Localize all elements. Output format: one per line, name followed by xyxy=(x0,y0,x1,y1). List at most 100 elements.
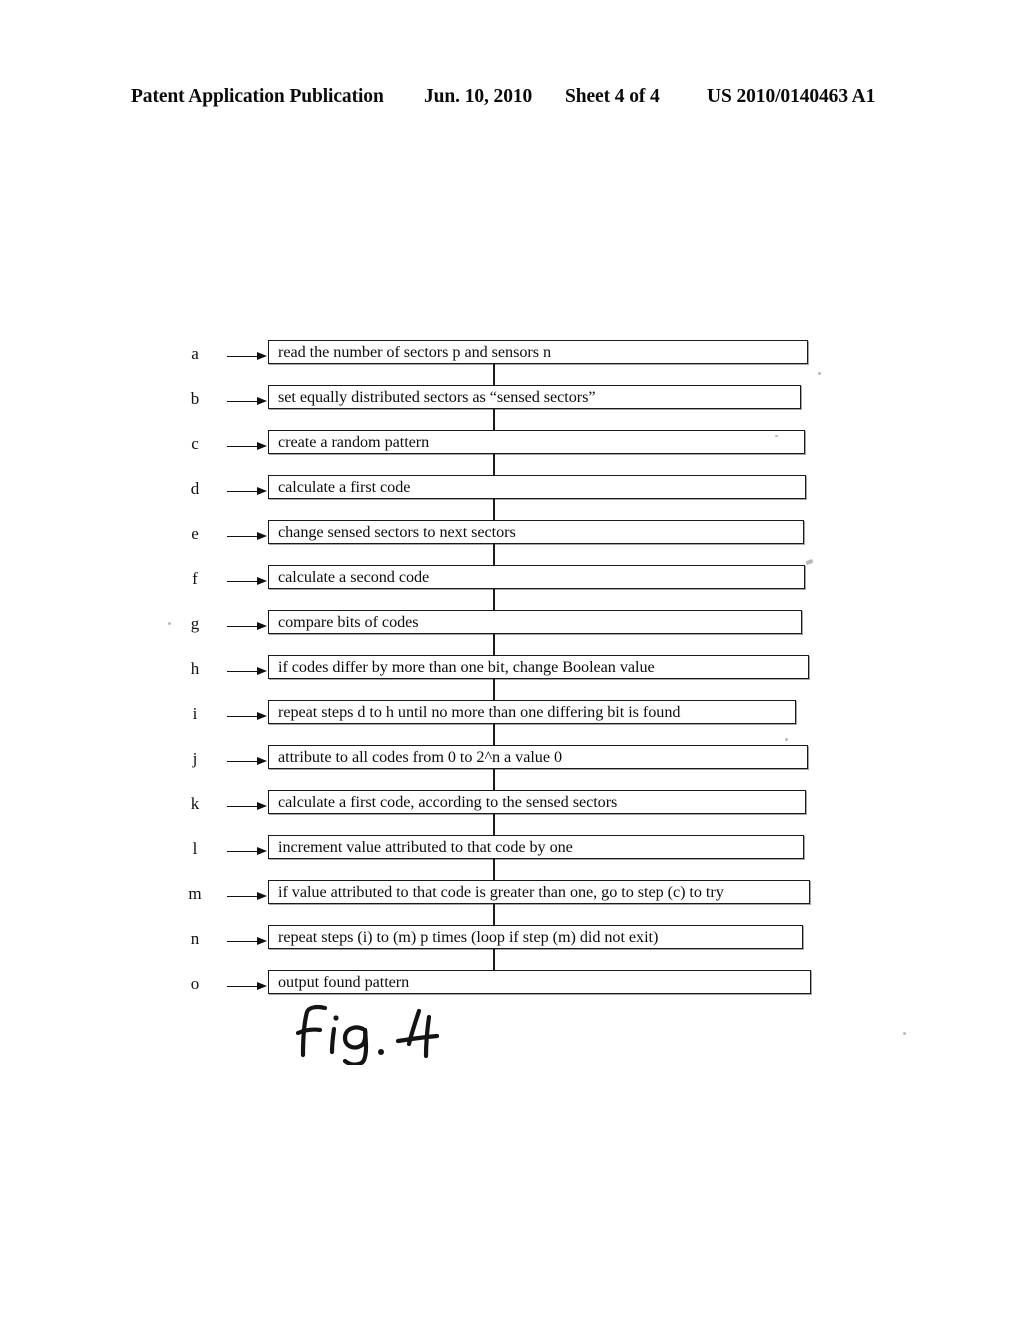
figure-caption-handwriting-icon xyxy=(295,1004,440,1065)
arrow-head xyxy=(257,847,267,855)
flowchart-connector-line xyxy=(493,589,495,610)
arrow-head xyxy=(257,397,267,405)
figure-caption xyxy=(293,1003,553,1065)
arrow-right-icon xyxy=(227,397,269,406)
flowchart-step-text: calculate a first code, according to the… xyxy=(278,793,618,811)
arrow-shaft xyxy=(227,355,260,358)
arrow-head xyxy=(257,577,267,585)
arrow-head xyxy=(257,802,267,810)
flowchart-step-box: increment value attributed to that code … xyxy=(268,835,804,859)
flowchart-row: b set equally distributed sectors as “sen… xyxy=(0,385,1024,430)
flowchart-row: m if value attributed to that code is gre… xyxy=(0,880,1024,925)
arrow-shaft xyxy=(227,895,260,898)
scan-speckle xyxy=(168,622,171,625)
arrow-head xyxy=(257,757,267,765)
flowchart-step-text: increment value attributed to that code … xyxy=(278,838,573,856)
flowchart-step-box: calculate a second code xyxy=(268,565,805,589)
arrow-shaft xyxy=(227,760,260,763)
arrow-shaft xyxy=(227,535,260,538)
flowchart-step-text: output found pattern xyxy=(278,973,410,991)
arrow-right-icon xyxy=(227,577,269,586)
flowchart-step-box: create a random pattern xyxy=(268,430,805,454)
flowchart-row: a read the number of sectors p and sensor… xyxy=(0,340,1024,385)
step-letter-label: e xyxy=(191,524,199,543)
flowchart-step-box: if codes differ by more than one bit, ch… xyxy=(268,655,809,679)
flowchart-step-text: if value attributed to that code is grea… xyxy=(278,883,724,901)
step-letter-label: k xyxy=(190,794,200,813)
arrow-right-icon xyxy=(227,757,269,766)
arrow-head xyxy=(257,442,267,450)
arrow-shaft xyxy=(227,850,260,853)
scan-speckle xyxy=(818,372,821,375)
step-letter-label: c xyxy=(191,434,199,453)
flowchart-step-text: set equally distributed sectors as “sens… xyxy=(278,388,596,406)
flowchart-step-box: attribute to all codes from 0 to 2^n a v… xyxy=(268,745,808,769)
flowchart-row: j attribute to all codes from 0 to 2^n a … xyxy=(0,745,1024,790)
flowchart-diagram: a read the number of sectors p and sensor… xyxy=(0,0,1024,1320)
flowchart-row: f calculate a second code xyxy=(0,565,1024,610)
step-letter-label: i xyxy=(192,704,198,723)
scan-speckle xyxy=(785,738,788,741)
flowchart-connector-line xyxy=(493,949,495,970)
arrow-head xyxy=(257,487,267,495)
arrow-right-icon xyxy=(227,622,269,631)
arrow-shaft xyxy=(227,445,260,448)
flowchart-row: n repeat steps (i) to (m) p times (loop i… xyxy=(0,925,1024,970)
arrow-right-icon xyxy=(227,667,269,676)
arrow-head xyxy=(257,532,267,540)
flowchart-step-text: attribute to all codes from 0 to 2^n a v… xyxy=(278,748,563,766)
arrow-shaft xyxy=(227,400,260,403)
flowchart-connector-line xyxy=(493,904,495,925)
flowchart-connector-line xyxy=(493,814,495,835)
flowchart-step-box: read the number of sectors p and sensors… xyxy=(268,340,808,364)
step-letter-label: l xyxy=(192,839,198,858)
arrow-shaft xyxy=(227,940,260,943)
flowchart-row: g compare bits of codes xyxy=(0,610,1024,655)
arrow-shaft xyxy=(227,625,260,628)
scan-speckle xyxy=(775,435,778,437)
arrow-shaft xyxy=(227,805,260,808)
arrow-shaft xyxy=(227,490,260,493)
step-letter-label: m xyxy=(188,884,202,903)
arrow-head xyxy=(257,667,267,675)
flowchart-step-box: repeat steps (i) to (m) p times (loop if… xyxy=(268,925,803,949)
step-letter-label: o xyxy=(190,974,200,993)
arrow-right-icon xyxy=(227,487,269,496)
flowchart-step-box: calculate a first code xyxy=(268,475,806,499)
flowchart-step-text: if codes differ by more than one bit, ch… xyxy=(278,658,655,676)
step-letter-label: h xyxy=(190,659,200,678)
flowchart-connector-line xyxy=(493,679,495,700)
flowchart-step-text: calculate a first code xyxy=(278,478,411,496)
step-letter-label: b xyxy=(190,389,200,408)
arrow-right-icon xyxy=(227,442,269,451)
flowchart-row: e change sensed sectors to next sectors xyxy=(0,520,1024,565)
flowchart-step-box: compare bits of codes xyxy=(268,610,802,634)
flowchart-connector-line xyxy=(493,364,495,385)
scan-speckle xyxy=(903,1032,906,1035)
flowchart-row: k calculate a first code, according to th… xyxy=(0,790,1024,835)
step-letter-label: d xyxy=(190,479,200,498)
flowchart-step-text: calculate a second code xyxy=(278,568,430,586)
flowchart-step-text: compare bits of codes xyxy=(278,613,419,631)
step-letter-label: f xyxy=(192,569,198,588)
flowchart-connector-line xyxy=(493,724,495,745)
arrow-head xyxy=(257,937,267,945)
flowchart-row: d calculate a first code xyxy=(0,475,1024,520)
flowchart-row: l increment value attributed to that code… xyxy=(0,835,1024,880)
arrow-head xyxy=(257,352,267,360)
arrow-right-icon xyxy=(227,982,269,991)
arrow-right-icon xyxy=(227,937,269,946)
arrow-right-icon xyxy=(227,847,269,856)
flowchart-step-box: output found pattern xyxy=(268,970,811,994)
arrow-right-icon xyxy=(227,802,269,811)
arrow-right-icon xyxy=(227,712,269,721)
step-letter-label: g xyxy=(190,614,200,633)
flowchart-step-box: change sensed sectors to next sectors xyxy=(268,520,804,544)
step-letter-label: a xyxy=(191,344,199,363)
flowchart-step-text: repeat steps d to h until no more than o… xyxy=(278,703,681,721)
flowchart-step-text: change sensed sectors to next sectors xyxy=(278,523,516,541)
arrow-right-icon xyxy=(227,892,269,901)
step-letter-label: j xyxy=(192,749,198,768)
flowchart-connector-line xyxy=(493,454,495,475)
arrow-shaft xyxy=(227,670,260,673)
